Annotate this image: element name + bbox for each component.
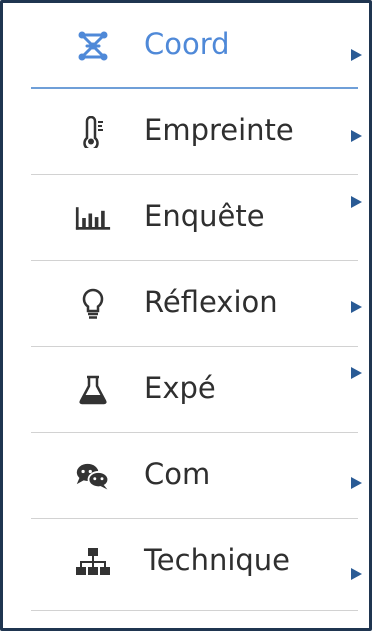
- menu-item-technique[interactable]: Technique: [31, 519, 362, 611]
- chevron-right-icon: [351, 49, 362, 61]
- menu-item-reflexion[interactable]: Réflexion: [31, 261, 362, 347]
- menu-item-enquete[interactable]: Enquête: [31, 175, 362, 261]
- chevron-right-icon: [351, 301, 362, 313]
- menu-item-coord[interactable]: Coord: [31, 3, 362, 89]
- separator: [31, 610, 358, 611]
- flask-icon: [75, 373, 111, 407]
- thermometer-icon: [75, 115, 111, 149]
- molecule-icon: [75, 29, 111, 63]
- chevron-right-icon: [351, 367, 362, 379]
- lightbulb-icon: [75, 287, 111, 321]
- menu-item-label: Expé: [144, 371, 216, 405]
- menu-item-label: Com: [144, 457, 211, 491]
- bar-chart-icon: [75, 201, 111, 235]
- menu-item-label: Coord: [144, 27, 230, 61]
- menu-item-empreinte[interactable]: Empreinte: [31, 89, 362, 175]
- chevron-right-icon: [351, 477, 362, 489]
- side-menu: Coord Empreinte Enquête Réflexion Expé C…: [3, 3, 369, 628]
- chevron-right-icon: [351, 196, 362, 208]
- chat-bubbles-icon: [75, 459, 111, 493]
- menu-item-label: Réflexion: [144, 285, 278, 319]
- sitemap-icon: [75, 545, 111, 579]
- chevron-right-icon: [351, 130, 362, 142]
- menu-panel: Coord Empreinte Enquête Réflexion Expé C…: [0, 0, 372, 631]
- menu-item-label: Empreinte: [144, 113, 294, 147]
- menu-item-expe[interactable]: Expé: [31, 347, 362, 433]
- menu-item-com[interactable]: Com: [31, 433, 362, 519]
- menu-item-label: Enquête: [144, 199, 265, 233]
- menu-item-label: Technique: [144, 543, 291, 577]
- chevron-right-icon: [351, 568, 362, 580]
